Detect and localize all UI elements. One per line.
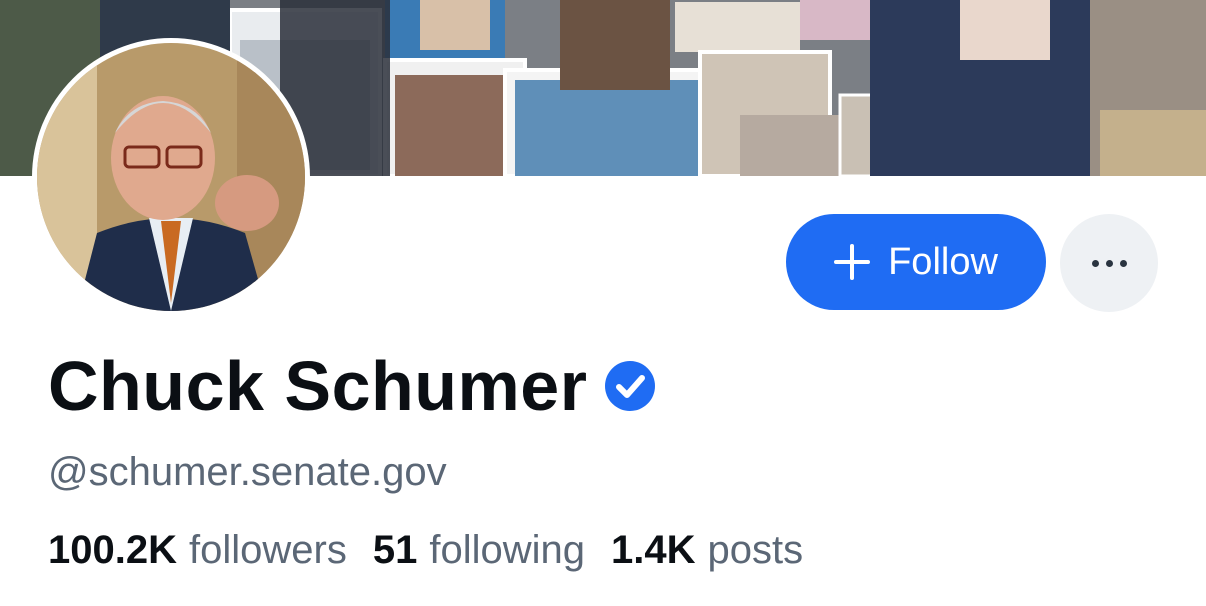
- profile-avatar[interactable]: [32, 38, 310, 316]
- profile-handle: @schumer.senate.gov: [48, 450, 447, 494]
- followers-count: 100.2K: [48, 528, 177, 572]
- plus-icon: [834, 244, 871, 280]
- display-name: Chuck Schumer: [48, 347, 588, 425]
- posts-count: 1.4K: [610, 528, 696, 572]
- posts-stat[interactable]: 1.4K posts: [611, 524, 803, 576]
- following-stat[interactable]: 51 following: [373, 524, 585, 576]
- follow-label: Follow: [888, 240, 998, 283]
- followers-stat[interactable]: 100.2K followers: [48, 524, 347, 576]
- posts-label: posts: [707, 528, 804, 572]
- profile-stats: 100.2K followers 51 following 1.4K posts: [48, 524, 803, 576]
- follow-button[interactable]: Follow: [786, 214, 1046, 310]
- more-options-button[interactable]: [1060, 214, 1158, 312]
- following-count: 51: [372, 528, 418, 572]
- following-label: following: [429, 528, 585, 572]
- avatar-photo: [37, 43, 305, 311]
- followers-label: followers: [188, 528, 347, 572]
- more-dots-icon: [1091, 259, 1127, 267]
- profile-name-row: Chuck Schumer: [48, 344, 657, 428]
- verified-check-icon[interactable]: [603, 359, 657, 413]
